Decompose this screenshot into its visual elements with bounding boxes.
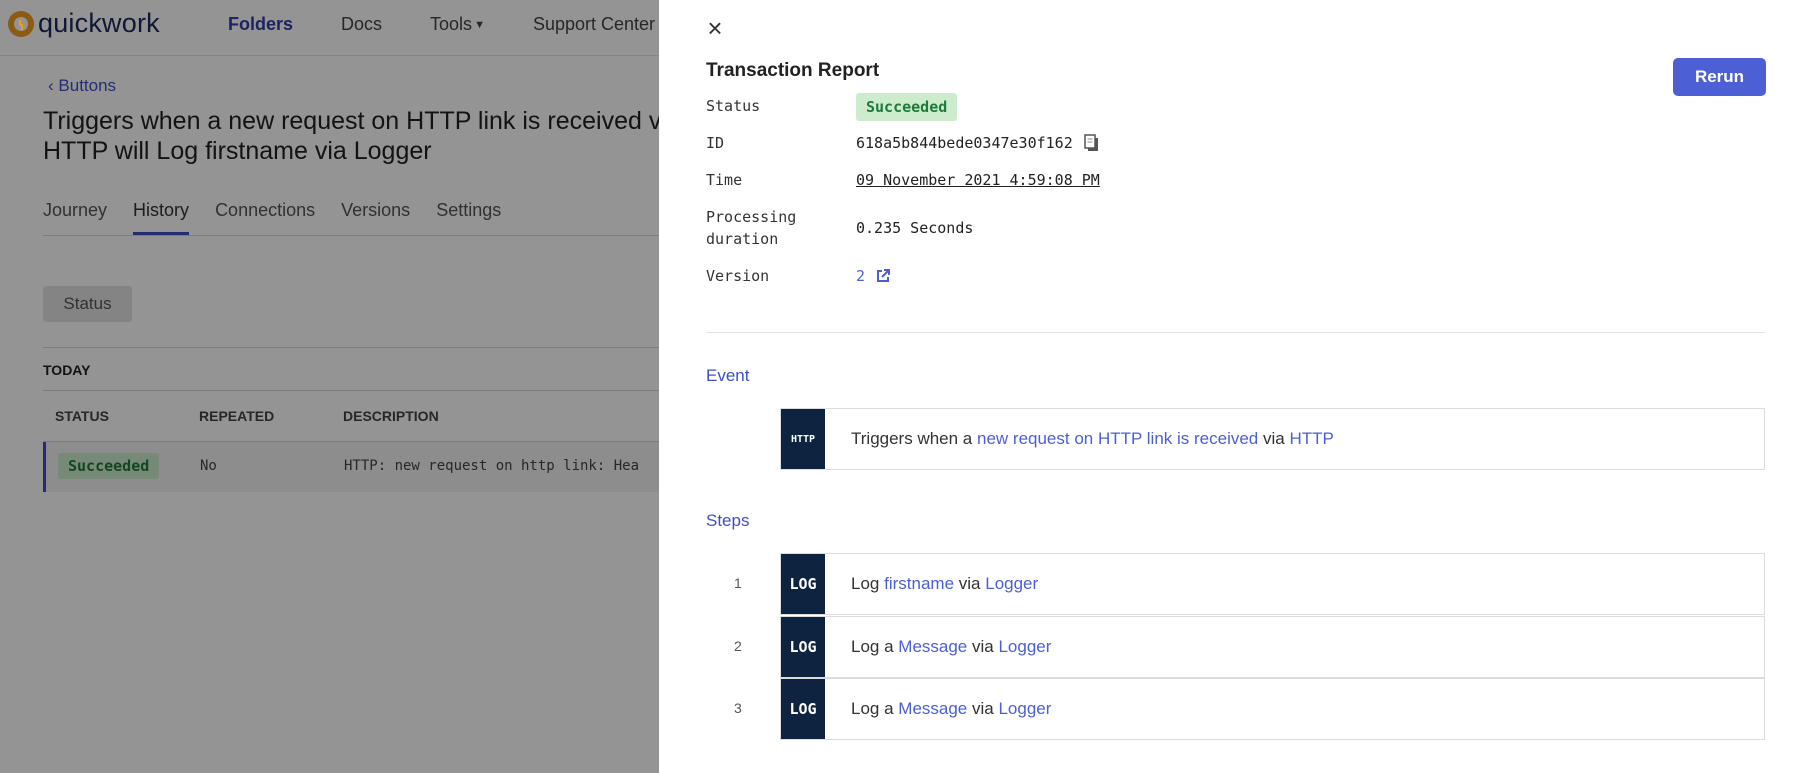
app-link-logger[interactable]: Logger: [998, 637, 1051, 656]
event-prefix: Triggers when a: [851, 429, 973, 448]
field-link[interactable]: Message: [898, 699, 967, 718]
status-badge: Succeeded: [856, 93, 958, 121]
status-label: Status: [706, 97, 761, 115]
logger-app-icon: LOG: [781, 554, 825, 614]
step-via: via: [972, 699, 994, 718]
step-number: 3: [734, 700, 742, 716]
step-via: via: [958, 574, 981, 593]
external-link-icon[interactable]: [875, 268, 891, 284]
duration-value: 0.235 Seconds: [856, 219, 974, 237]
step-card-1[interactable]: LOG Log firstname via Logger: [780, 553, 1765, 615]
trigger-link[interactable]: new request on HTTP link is received: [977, 429, 1258, 448]
field-link[interactable]: Message: [898, 637, 967, 656]
step-description: Log a Message via Logger: [851, 699, 1051, 719]
id-label: ID: [706, 134, 725, 152]
version-value: 2: [856, 265, 891, 287]
step-card-3[interactable]: LOG Log a Message via Logger: [780, 678, 1765, 740]
step-description: Log a Message via Logger: [851, 637, 1051, 657]
transaction-id: 618a5b844bede0347e30f162: [856, 134, 1073, 152]
step-prefix: Log a: [851, 637, 894, 656]
event-card[interactable]: HTTP Triggers when a new request on HTTP…: [780, 408, 1765, 470]
close-icon[interactable]: ×: [703, 15, 727, 41]
app-link-http[interactable]: HTTP: [1289, 429, 1333, 448]
steps-heading: Steps: [706, 511, 750, 530]
status-value: Succeeded: [856, 93, 958, 121]
event-via: via: [1263, 429, 1285, 448]
step-via: via: [972, 637, 994, 656]
transaction-report-drawer: × Transaction Report Rerun Status Succee…: [659, 0, 1796, 773]
step-card-2[interactable]: LOG Log a Message via Logger: [780, 616, 1765, 678]
step-description: Log firstname via Logger: [851, 574, 1038, 594]
step-number: 1: [734, 575, 742, 591]
drawer-title: Transaction Report: [706, 60, 880, 81]
event-heading: Event: [706, 366, 750, 385]
time-value: 09 November 2021 4:59:08 PM: [856, 169, 1100, 191]
duration-label: Processing duration: [706, 206, 796, 250]
event-description: Triggers when a new request on HTTP link…: [851, 429, 1334, 449]
logger-app-icon: LOG: [781, 617, 825, 677]
field-link[interactable]: firstname: [884, 574, 954, 593]
copy-icon[interactable]: [1083, 134, 1101, 152]
version-link[interactable]: 2: [856, 265, 865, 287]
app-link-logger[interactable]: Logger: [998, 699, 1051, 718]
duration-label-line-1: Processing: [706, 208, 797, 226]
time-link[interactable]: 09 November 2021 4:59:08 PM: [856, 169, 1100, 191]
divider: [706, 332, 1765, 333]
step-prefix: Log a: [851, 699, 894, 718]
http-app-icon: HTTP: [781, 409, 825, 469]
step-number: 2: [734, 638, 742, 654]
step-prefix: Log: [851, 574, 880, 593]
time-label: Time: [706, 171, 743, 189]
rerun-button[interactable]: Rerun: [1673, 58, 1766, 96]
app-link-logger[interactable]: Logger: [985, 574, 1038, 593]
duration-label-line-2: duration: [706, 230, 779, 248]
id-value: 618a5b844bede0347e30f162: [856, 132, 1101, 154]
logger-app-icon: LOG: [781, 679, 825, 739]
version-label: Version: [706, 267, 770, 285]
